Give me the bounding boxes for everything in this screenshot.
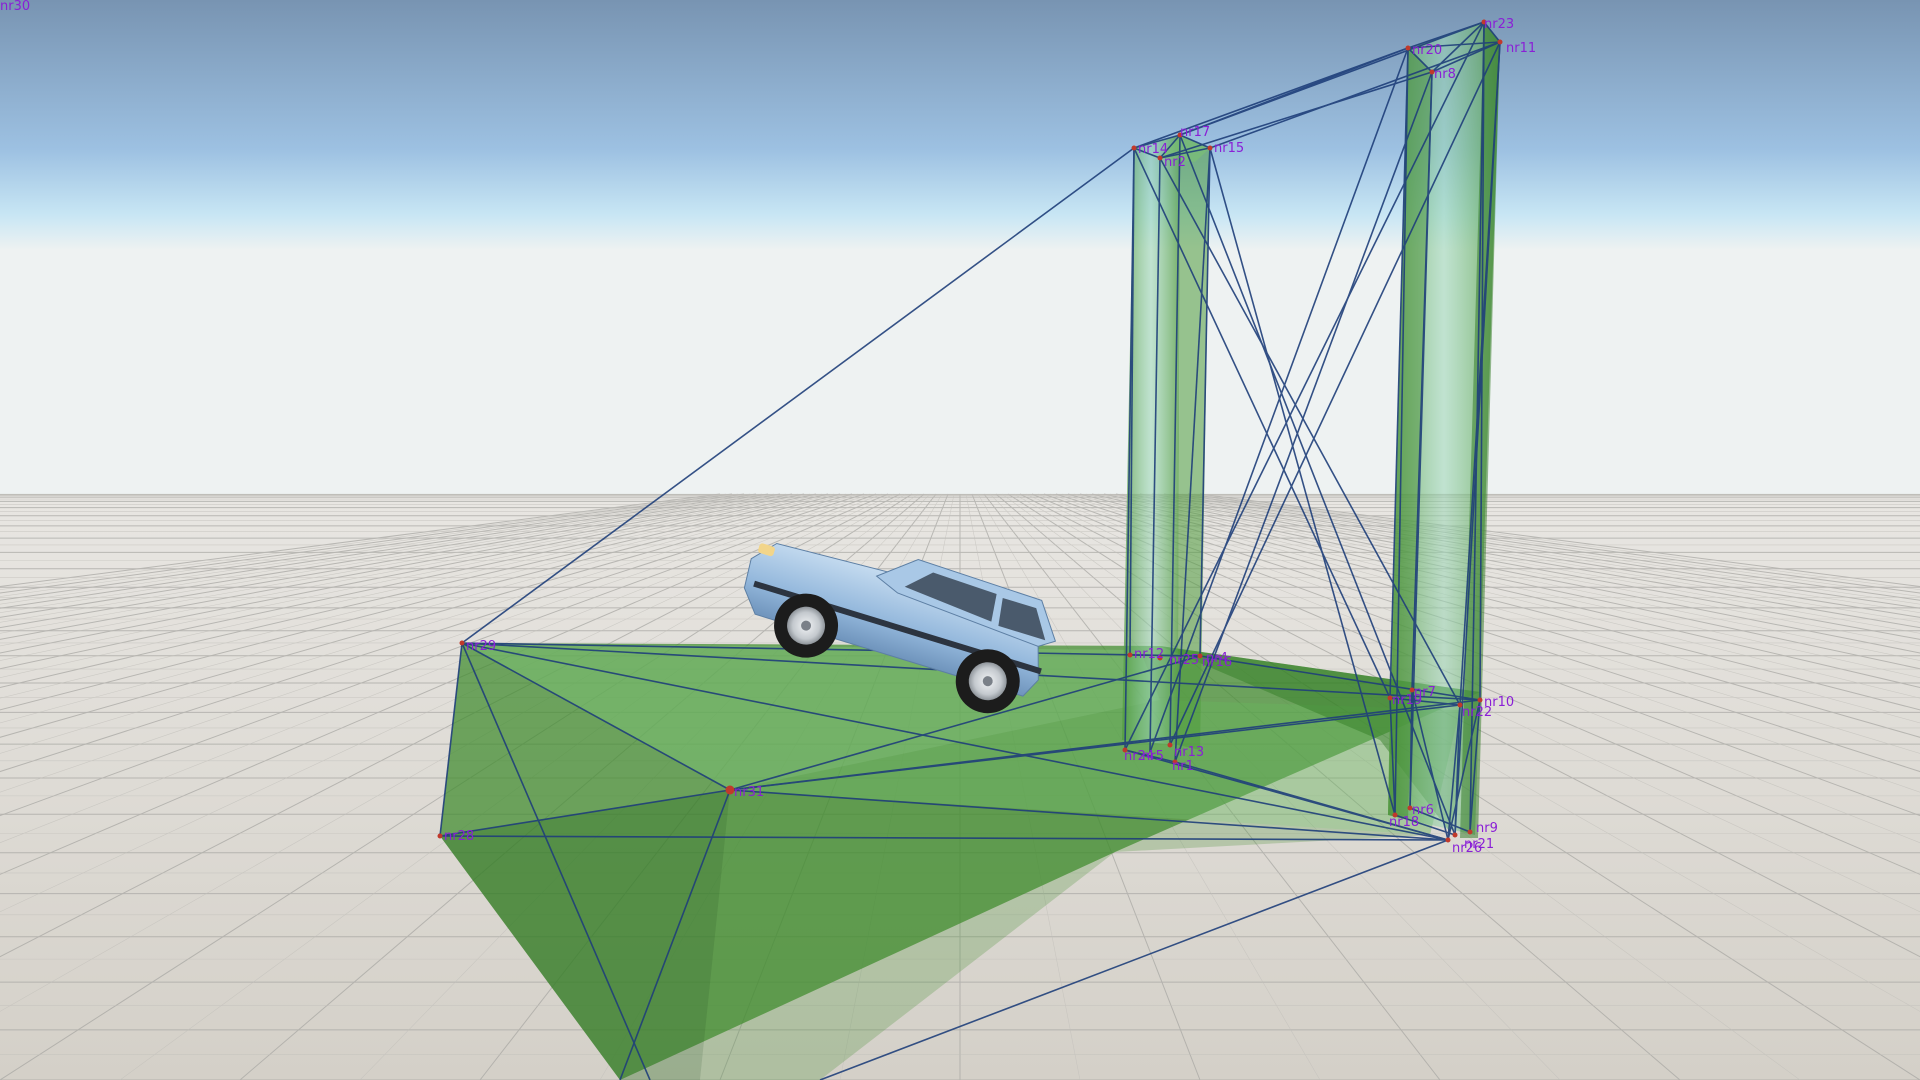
node-point[interactable] (1167, 742, 1173, 748)
3d-viewport[interactable]: nr23 nr20 nr11 nr8 nr17 nr14 nr15 nr2 nr29 nr31 nr… (0, 0, 1920, 1080)
node-label: nr22 (1462, 705, 1492, 720)
node-point[interactable] (1497, 39, 1503, 45)
node-label: nr25 (1169, 653, 1199, 668)
node-label: nr28 (444, 829, 474, 844)
node-label: nr5 (1142, 749, 1164, 764)
node-label: nr6 (1412, 803, 1434, 818)
node-label: nr2 (1164, 155, 1186, 170)
node-label: nr29 (466, 639, 496, 654)
scene-canvas[interactable]: nr23nr20 nr11nr8nr17nr14 nr15nr2nr29nr31nr… (0, 0, 1920, 1080)
node-point[interactable] (1131, 145, 1137, 151)
node-point[interactable] (1445, 837, 1451, 843)
node-label: nr9 (1476, 821, 1498, 836)
node-label: nr31 (734, 785, 764, 800)
node-label: nr13 (1174, 745, 1204, 760)
corner-node-label: nr30 (0, 0, 31, 14)
node-label: nr23 (1484, 17, 1514, 32)
node-point[interactable] (1207, 145, 1213, 151)
node-label: nr11 (1506, 41, 1536, 56)
node-label: nr19 (1392, 693, 1422, 708)
node-point[interactable] (1477, 697, 1483, 703)
node-label: nr8 (1434, 67, 1456, 82)
node-point[interactable] (1405, 45, 1411, 51)
node-label: nr15 (1214, 141, 1244, 156)
node-point[interactable] (1127, 652, 1133, 658)
node-label: nr20 (1412, 43, 1442, 58)
node-point[interactable] (1452, 832, 1458, 838)
node-label: nr26 (1452, 841, 1482, 856)
node-point[interactable] (459, 640, 465, 646)
node-label: nr16 (1202, 655, 1232, 670)
node-point[interactable] (437, 833, 443, 839)
node-label: nr12 (1134, 647, 1164, 662)
node-label: nr17 (1180, 125, 1210, 140)
node-point[interactable] (1467, 829, 1473, 835)
sky-background (0, 0, 1920, 500)
node-label: nr1 (1172, 759, 1194, 774)
